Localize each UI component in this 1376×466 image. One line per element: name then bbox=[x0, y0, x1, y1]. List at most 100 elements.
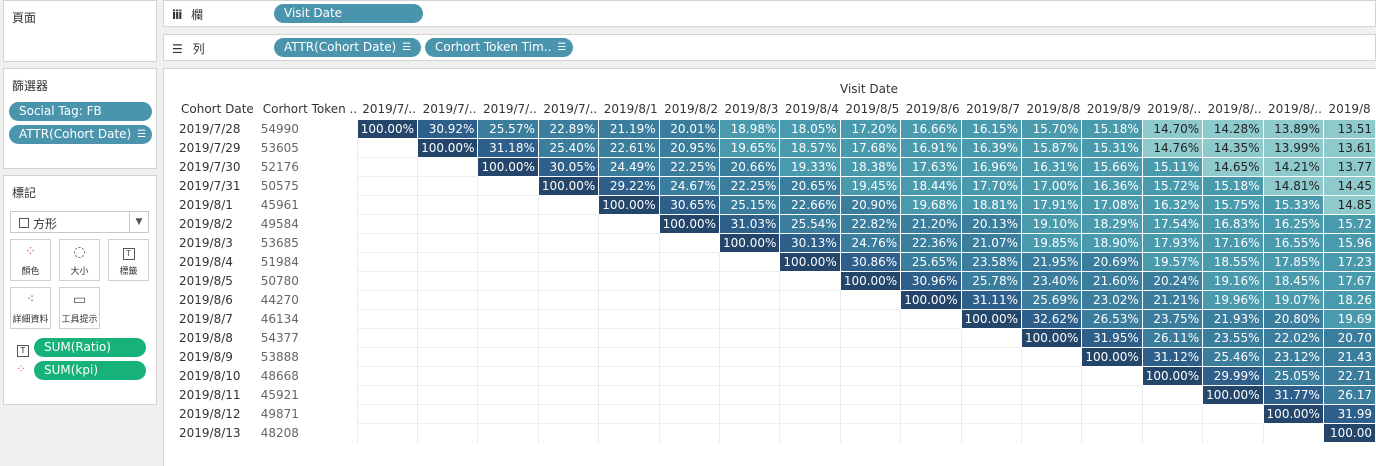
cohort-date-cell[interactable]: 2019/8/6 bbox=[176, 291, 258, 310]
filter-attr-cohort-date[interactable]: ATTR(Cohort Date) ☰ bbox=[9, 125, 152, 144]
cohort-token-cell[interactable]: 54377 bbox=[258, 329, 357, 348]
ratio-cell[interactable]: 18.81% bbox=[960, 195, 1022, 215]
ratio-cell[interactable]: 22.25% bbox=[658, 157, 721, 177]
cohort-date-cell[interactable]: 2019/8/10 bbox=[176, 367, 258, 386]
ratio-cell[interactable] bbox=[356, 328, 418, 348]
ratio-cell[interactable] bbox=[658, 290, 720, 310]
ratio-cell[interactable]: 21.43 bbox=[1322, 347, 1376, 367]
detail-button[interactable]: ⁖ 詳細資料 bbox=[10, 287, 51, 329]
ratio-cell[interactable] bbox=[719, 290, 780, 310]
ratio-cell[interactable] bbox=[356, 271, 418, 291]
ratio-cell[interactable] bbox=[417, 290, 478, 310]
ratio-cell[interactable]: 21.93% bbox=[1202, 309, 1264, 329]
column-header[interactable]: 2019/8/8 bbox=[1021, 99, 1081, 120]
ratio-cell[interactable]: 31.03% bbox=[719, 214, 781, 234]
ratio-cell[interactable]: 17.85% bbox=[1262, 252, 1324, 272]
ratio-cell[interactable]: 18.90% bbox=[1081, 233, 1143, 253]
ratio-cell[interactable] bbox=[1081, 423, 1143, 443]
ratio-cell[interactable]: 17.70% bbox=[960, 176, 1022, 196]
column-header[interactable]: 2019/7/.. bbox=[478, 99, 538, 120]
ratio-cell[interactable] bbox=[839, 309, 901, 329]
ratio-cell[interactable] bbox=[356, 290, 418, 310]
ratio-cell[interactable]: 15.96 bbox=[1322, 233, 1376, 253]
ratio-cell[interactable] bbox=[598, 423, 660, 443]
ratio-cell[interactable]: 26.17 bbox=[1322, 385, 1376, 405]
label-button[interactable]: T 標籤 bbox=[108, 239, 149, 281]
ratio-cell[interactable]: 20.70 bbox=[1322, 328, 1376, 348]
ratio-cell[interactable] bbox=[779, 290, 841, 310]
cohort-token-cell[interactable]: 50780 bbox=[258, 272, 357, 291]
ratio-cell[interactable]: 100.00% bbox=[658, 214, 721, 234]
ratio-cell[interactable] bbox=[1081, 385, 1143, 405]
ratio-cell[interactable]: 15.33% bbox=[1262, 195, 1324, 215]
ratio-cell[interactable] bbox=[960, 366, 1022, 386]
cohort-token-cell[interactable]: 50575 bbox=[258, 177, 357, 196]
ratio-cell[interactable]: 16.96% bbox=[960, 157, 1022, 177]
ratio-cell[interactable]: 21.07% bbox=[960, 233, 1022, 253]
ratio-cell[interactable]: 23.75% bbox=[1141, 309, 1204, 329]
cohort-token-cell[interactable]: 53605 bbox=[258, 139, 357, 158]
ratio-cell[interactable] bbox=[658, 347, 720, 367]
ratio-cell[interactable]: 30.92% bbox=[417, 119, 479, 139]
ratio-cell[interactable]: 25.54% bbox=[779, 214, 841, 234]
column-header[interactable]: 2019/7/.. bbox=[357, 99, 417, 120]
ratio-cell[interactable] bbox=[900, 366, 962, 386]
ratio-cell[interactable] bbox=[960, 423, 1022, 443]
ratio-cell[interactable]: 18.57% bbox=[779, 138, 841, 158]
ratio-cell[interactable] bbox=[900, 385, 962, 405]
ratio-cell[interactable] bbox=[900, 328, 962, 348]
column-header[interactable]: 2019/8/4 bbox=[780, 99, 840, 120]
ratio-cell[interactable]: 25.40% bbox=[537, 138, 600, 158]
ratio-cell[interactable]: 25.57% bbox=[477, 119, 539, 139]
ratio-cell[interactable] bbox=[417, 252, 478, 272]
ratio-cell[interactable] bbox=[598, 252, 660, 272]
ratio-cell[interactable]: 22.25% bbox=[719, 176, 781, 196]
ratio-cell[interactable] bbox=[417, 404, 478, 424]
ratio-cell[interactable]: 14.76% bbox=[1141, 138, 1204, 158]
cohort-date-cell[interactable]: 2019/7/31 bbox=[176, 177, 258, 196]
ratio-cell[interactable]: 24.67% bbox=[658, 176, 721, 196]
cohort-date-cell[interactable]: 2019/8/9 bbox=[176, 348, 258, 367]
ratio-cell[interactable] bbox=[1020, 423, 1082, 443]
ratio-cell[interactable] bbox=[537, 423, 599, 443]
ratio-cell[interactable] bbox=[719, 252, 780, 272]
ratio-cell[interactable]: 18.29% bbox=[1081, 214, 1143, 234]
ratio-cell[interactable]: 24.76% bbox=[839, 233, 902, 253]
cohort-date-cell[interactable]: 2019/7/30 bbox=[176, 158, 258, 177]
rows-shelf[interactable]: ☰ 列 ATTR(Cohort Date) ☰ Corhort Token Tim… bbox=[163, 34, 1376, 61]
ratio-cell[interactable]: 14.28% bbox=[1202, 119, 1264, 139]
ratio-cell[interactable]: 100.00% bbox=[900, 290, 962, 310]
ratio-cell[interactable]: 100.00% bbox=[537, 176, 600, 196]
cohort-date-cell[interactable]: 2019/8/5 bbox=[176, 272, 258, 291]
attr-cohort-date-pill[interactable]: ATTR(Cohort Date) ☰ bbox=[274, 38, 421, 57]
ratio-cell[interactable] bbox=[960, 347, 1022, 367]
ratio-cell[interactable]: 30.05% bbox=[537, 157, 600, 177]
ratio-cell[interactable] bbox=[477, 233, 539, 253]
ratio-cell[interactable]: 26.11% bbox=[1141, 328, 1204, 348]
ratio-cell[interactable]: 25.46% bbox=[1202, 347, 1264, 367]
ratio-cell[interactable]: 26.53% bbox=[1081, 309, 1143, 329]
ratio-cell[interactable]: 30.65% bbox=[658, 195, 721, 215]
ratio-cell[interactable]: 19.16% bbox=[1202, 271, 1264, 291]
sum-ratio-pill[interactable]: SUM(Ratio) bbox=[34, 338, 146, 357]
ratio-cell[interactable] bbox=[839, 385, 901, 405]
ratio-cell[interactable] bbox=[537, 214, 599, 234]
column-header[interactable]: 2019/8/9 bbox=[1082, 99, 1142, 120]
ratio-cell[interactable]: 100.00% bbox=[477, 157, 539, 177]
ratio-cell[interactable] bbox=[417, 423, 478, 443]
sum-kpi-pill[interactable]: SUM(kpi) bbox=[34, 361, 146, 380]
ratio-cell[interactable] bbox=[1020, 347, 1082, 367]
ratio-cell[interactable] bbox=[598, 271, 660, 291]
ratio-cell[interactable] bbox=[356, 214, 418, 234]
ratio-cell[interactable]: 16.66% bbox=[900, 119, 962, 139]
ratio-cell[interactable]: 21.60% bbox=[1081, 271, 1143, 291]
ratio-cell[interactable] bbox=[417, 366, 478, 386]
ratio-cell[interactable] bbox=[356, 195, 418, 215]
ratio-cell[interactable]: 17.54% bbox=[1141, 214, 1204, 234]
ratio-cell[interactable] bbox=[356, 423, 418, 443]
ratio-cell[interactable]: 16.32% bbox=[1141, 195, 1204, 215]
ratio-cell[interactable]: 16.55% bbox=[1262, 233, 1324, 253]
ratio-cell[interactable]: 15.11% bbox=[1141, 157, 1204, 177]
view-area[interactable]: Visit Date Cohort Date Corhort Token .. 20… bbox=[163, 68, 1376, 466]
ratio-cell[interactable] bbox=[477, 271, 539, 291]
